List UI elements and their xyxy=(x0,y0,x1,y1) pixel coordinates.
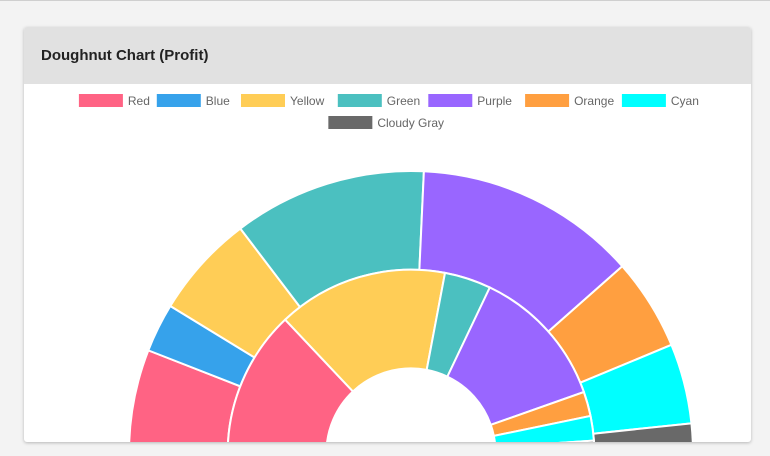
legend-swatch xyxy=(78,94,123,107)
window-top-border xyxy=(0,0,770,1)
legend-item-cloudy-gray[interactable]: Cloudy Gray xyxy=(328,116,444,130)
chart-legend: Red Blue Yellow Green Purple Orange Cyan Cloudy… xyxy=(78,94,699,130)
legend-swatch xyxy=(621,94,666,107)
card-title: Doughnut Chart (Profit) xyxy=(41,47,209,64)
legend-label: Blue xyxy=(206,94,230,108)
legend-label: Red xyxy=(128,94,150,108)
chart-card: Doughnut Chart (Profit) Red Blue Yellow Gre… xyxy=(24,27,751,442)
legend-swatch xyxy=(525,94,570,107)
legend-swatch xyxy=(428,94,473,107)
legend-label: Green xyxy=(387,94,420,108)
legend-item-cyan[interactable]: Cyan xyxy=(621,94,699,108)
legend-item-yellow[interactable]: Yellow xyxy=(241,94,325,108)
legend-swatch xyxy=(241,94,285,107)
legend-swatch xyxy=(337,94,382,107)
legend-item-orange[interactable]: Orange xyxy=(525,94,614,108)
legend-label: Orange xyxy=(574,94,614,108)
legend-item-blue[interactable]: Blue xyxy=(156,94,230,108)
legend-swatch xyxy=(156,94,201,107)
card-header: Doughnut Chart (Profit) xyxy=(24,27,751,84)
legend-item-red[interactable]: Red xyxy=(78,94,150,108)
legend-swatch xyxy=(328,116,373,129)
legend-label: Yellow xyxy=(290,94,325,108)
doughnut-chart: Red Blue Yellow Green Purple Orange Cyan Cloudy… xyxy=(78,94,699,442)
legend-item-purple[interactable]: Purple xyxy=(428,94,512,108)
legend-label: Cloudy Gray xyxy=(377,116,444,130)
chart-arcs xyxy=(128,170,694,442)
legend-item-green[interactable]: Green xyxy=(337,94,420,108)
legend-label: Purple xyxy=(477,94,512,108)
legend-label: Cyan xyxy=(671,94,699,108)
